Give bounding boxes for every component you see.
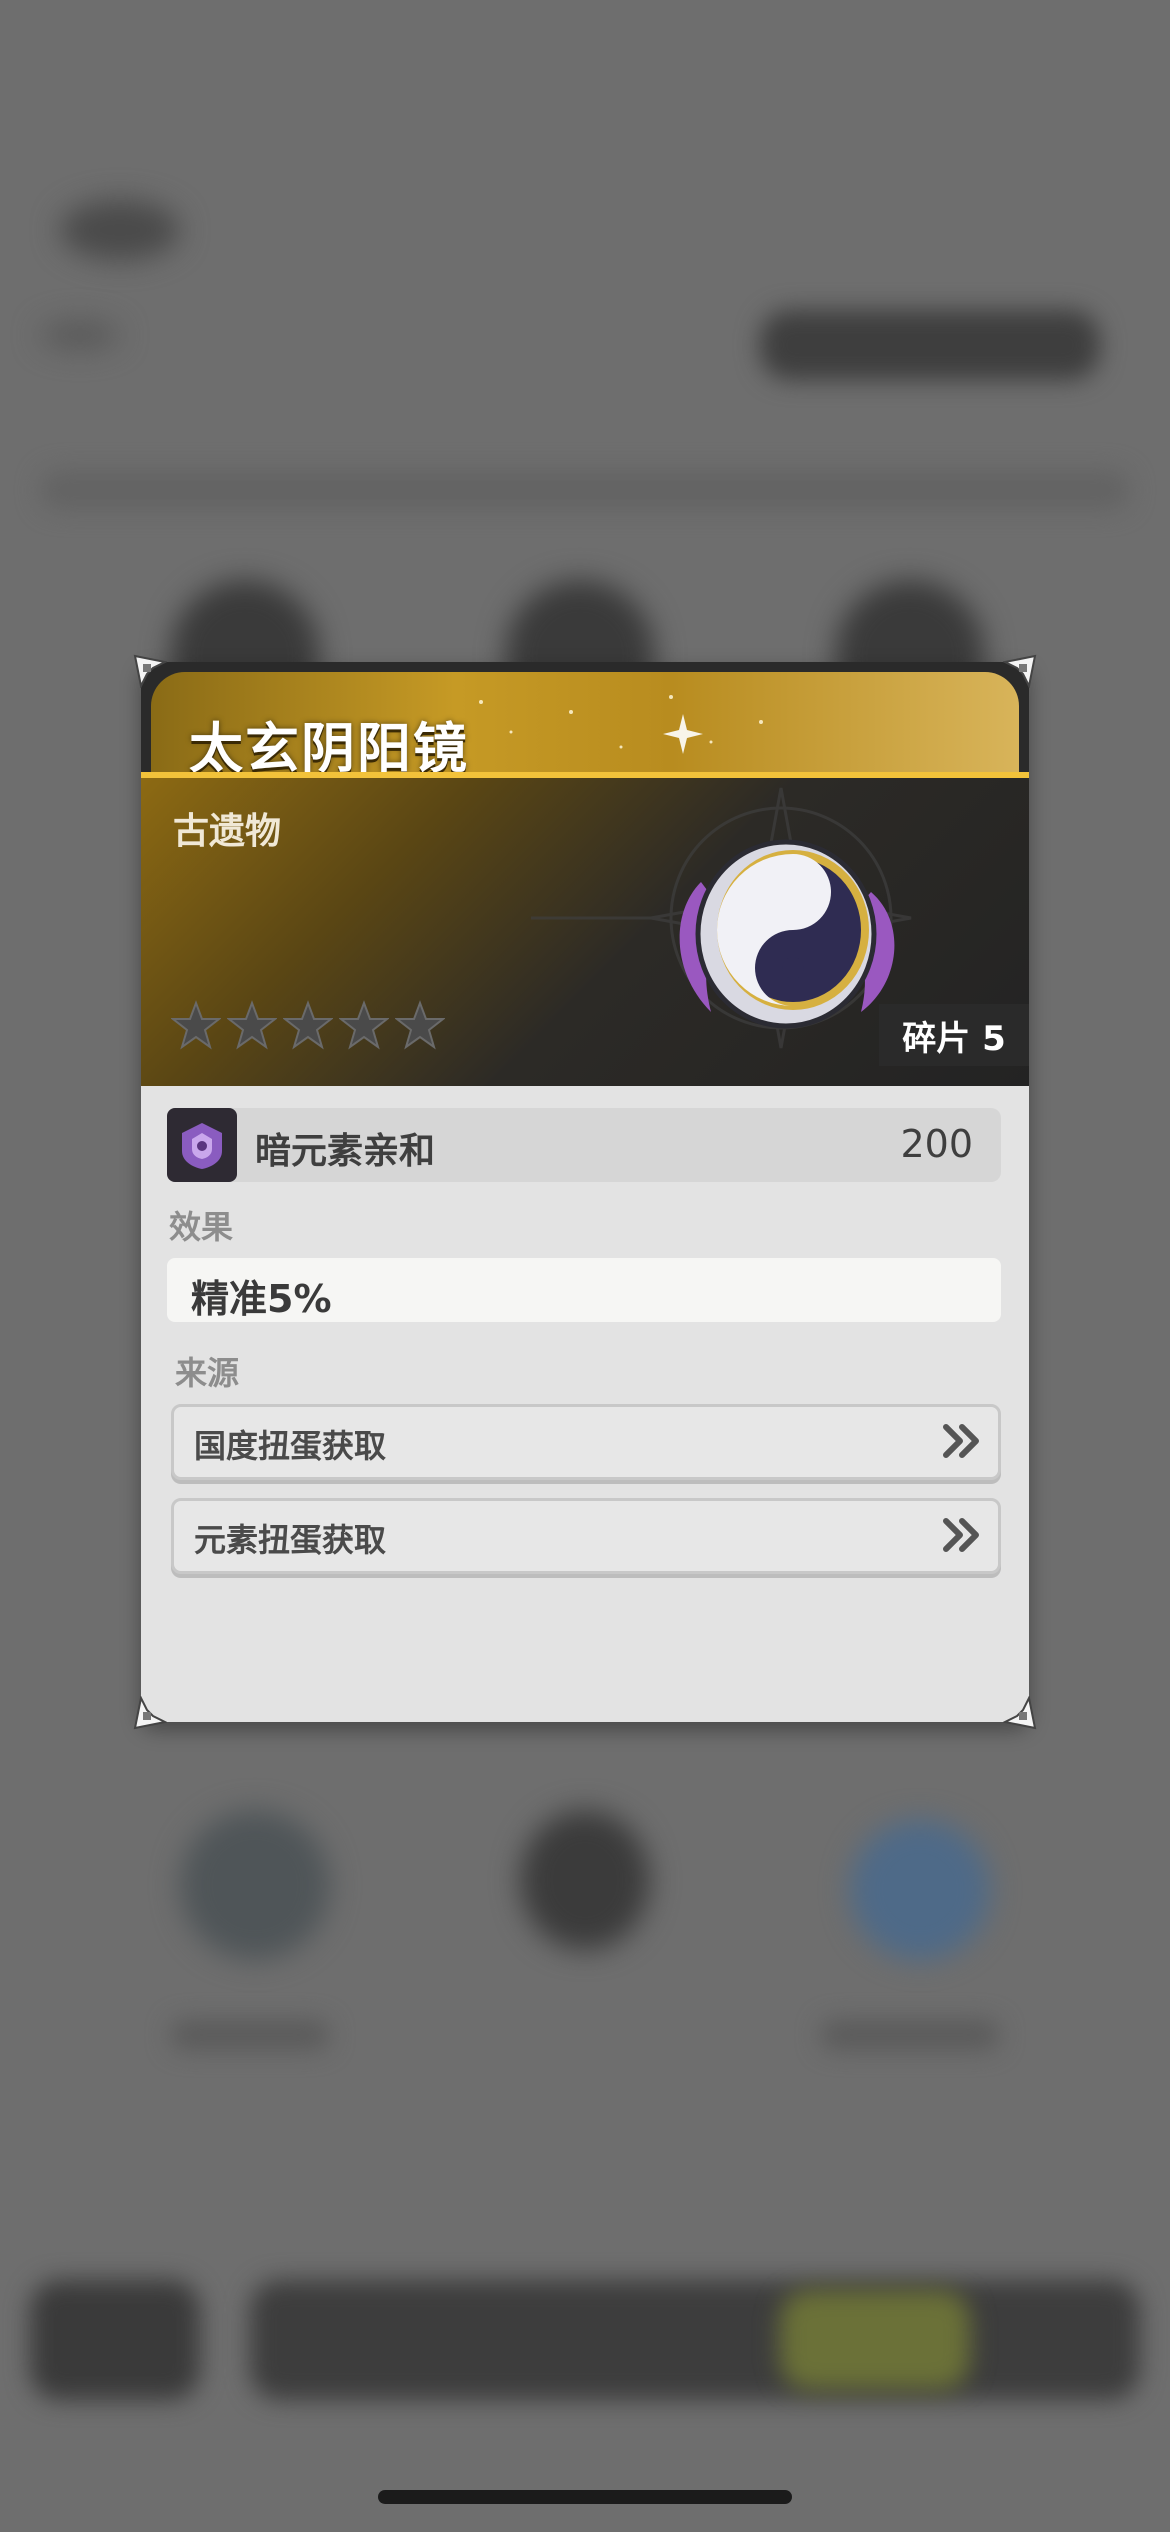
element-name: 暗元素亲和: [255, 1131, 436, 1172]
home-indicator[interactable]: [378, 2490, 792, 2504]
relic-detail-modal: 太玄阴阳镜 古遗物 碎片 5 暗元素亲和 200 效果 精准5% 来源 国度扭蛋…: [133, 654, 1037, 1730]
corner-ornament-icon: [133, 654, 167, 688]
modal-header: 太玄阴阳镜 古遗物 碎片 5: [141, 662, 1029, 1086]
dark-element-icon: [167, 1108, 237, 1182]
source-button-element-gacha[interactable]: 元素扭蛋获取: [171, 1498, 1001, 1574]
element-value: 200: [900, 1122, 973, 1166]
star-icon: [395, 1000, 445, 1050]
source-button-region-gacha[interactable]: 国度扭蛋获取: [171, 1404, 1001, 1480]
fragment-count: 碎片 5: [879, 1004, 1029, 1066]
double-chevron-right-icon: [943, 1424, 979, 1458]
corner-ornament-icon: [133, 1696, 167, 1730]
corner-ornament-icon: [1003, 654, 1037, 688]
effect-text: 精准5%: [191, 1277, 332, 1321]
element-affinity-row: 暗元素亲和 200: [167, 1108, 1001, 1182]
double-chevron-right-icon: [943, 1518, 979, 1552]
star-icon: [227, 1000, 277, 1050]
star-rating: [171, 1000, 445, 1050]
corner-ornament-icon: [1003, 1696, 1037, 1730]
yin-yang-mirror-icon: [679, 839, 895, 1029]
source-button-label: 元素扭蛋获取: [194, 1521, 387, 1559]
effect-heading: 效果: [169, 1208, 234, 1246]
star-icon: [283, 1000, 333, 1050]
source-button-label: 国度扭蛋获取: [194, 1427, 387, 1465]
title-plate: 太玄阴阳镜: [151, 672, 1019, 780]
effect-box: 精准5%: [167, 1258, 1001, 1322]
item-category: 古遗物: [173, 811, 282, 852]
star-icon: [171, 1000, 221, 1050]
star-icon: [339, 1000, 389, 1050]
source-heading: 来源: [175, 1354, 240, 1392]
